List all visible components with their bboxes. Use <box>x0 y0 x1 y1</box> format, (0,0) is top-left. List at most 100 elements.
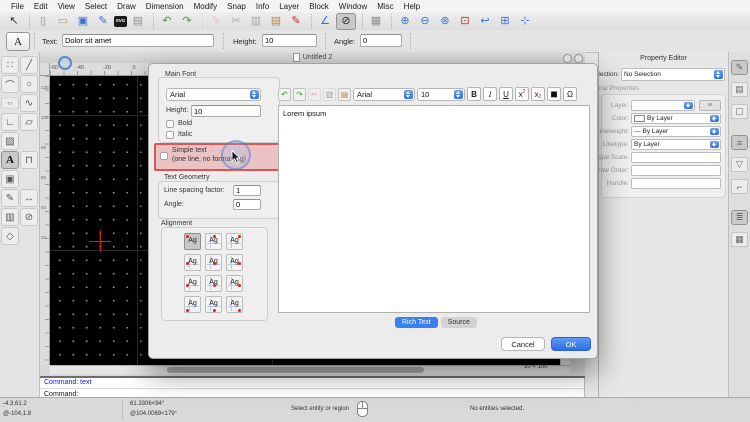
simple-text-checkbox[interactable] <box>160 152 168 160</box>
line-spacing-input[interactable] <box>233 185 261 196</box>
tab-source[interactable]: Source <box>440 317 477 328</box>
zoom-window-icon[interactable]: ⊞ <box>496 14 514 29</box>
editor-undo-icon[interactable]: ↶ <box>278 87 291 101</box>
menu-item[interactable]: Modify <box>189 2 223 11</box>
property-editor-toggle[interactable]: ✎ <box>731 60 748 75</box>
solid-icon[interactable]: ◇ <box>1 227 19 245</box>
dimension-icon[interactable]: ⊓ <box>20 151 38 169</box>
save-as-icon[interactable]: ✎ <box>94 14 112 29</box>
window-close-button[interactable] <box>574 54 583 63</box>
print-icon[interactable]: ▤ <box>129 14 147 29</box>
align-bottom-right[interactable]: Ag <box>226 296 243 313</box>
cursor-icon[interactable]: ↖ <box>5 14 23 29</box>
arc-icon[interactable]: ⌒ <box>1 75 19 93</box>
editor-paste-icon[interactable]: ▤ <box>338 87 351 101</box>
italic-button[interactable]: I <box>483 87 497 101</box>
italic-checkbox[interactable] <box>166 131 174 139</box>
special-character-button[interactable]: Ω <box>563 87 577 101</box>
stats-icon[interactable]: ∠ <box>311 13 334 29</box>
draw-order-input[interactable] <box>631 165 721 176</box>
editor-redo-icon[interactable]: ↷ <box>293 87 306 101</box>
text-color-button[interactable]: ■ <box>547 87 561 101</box>
align-baseline-center[interactable]: Ag <box>205 275 222 292</box>
align-middle-right[interactable]: Ag <box>226 254 243 271</box>
polyline-icon[interactable]: ∟ <box>1 113 19 131</box>
menu-item[interactable]: Dimension <box>141 2 189 11</box>
block-list-toggle[interactable]: ▤ <box>731 82 748 97</box>
new-file-icon[interactable]: ▯ <box>29 13 52 29</box>
menu-item[interactable]: Layer <box>274 2 304 11</box>
shape-icon[interactable]: ▱ <box>20 113 38 131</box>
editor-size-select[interactable]: 10 <box>417 87 465 101</box>
align-baseline-right[interactable]: Ag <box>226 275 243 292</box>
menu-item[interactable]: Help <box>399 2 425 11</box>
copy-icon[interactable]: ▥ <box>247 14 265 29</box>
boolean-icon[interactable]: ▥ <box>1 208 19 226</box>
subscript-button[interactable]: x 2 <box>531 87 545 101</box>
hatch-icon[interactable]: ▨ <box>1 132 19 150</box>
bold-button[interactable]: B <box>467 87 481 101</box>
open-file-icon[interactable]: ▭ <box>54 14 72 29</box>
editor-font-select[interactable]: Arial <box>353 87 415 101</box>
menu-item[interactable]: File <box>6 2 29 11</box>
window-minimize-button[interactable] <box>563 54 572 63</box>
annotate-icon[interactable]: ✎ <box>287 14 305 29</box>
snap-restriction-icon[interactable]: ⊘ <box>20 208 38 226</box>
horizontal-scrollbar[interactable] <box>50 365 570 374</box>
dimension-horizontal-icon[interactable]: ↔ <box>20 189 38 207</box>
zoom-selection-icon[interactable]: ⊡ <box>456 14 474 29</box>
menu-item[interactable]: Window <box>334 2 372 11</box>
pan-icon[interactable]: ⊹ <box>516 14 534 29</box>
text-tool-active-button[interactable]: A <box>6 32 30 51</box>
rich-text-editor[interactable]: Lorem ipsum <box>278 105 590 313</box>
menu-item[interactable]: View <box>53 2 80 11</box>
zoom-previous-icon[interactable]: ↩ <box>476 14 494 29</box>
donut-tool-icon[interactable]: ⊘ <box>336 12 356 30</box>
tab-rich-text[interactable]: Rich Text <box>395 317 438 328</box>
library-browser-toggle[interactable]: ≣ <box>731 210 748 225</box>
ok-button[interactable]: OK <box>551 337 591 351</box>
height-input[interactable] <box>262 34 317 47</box>
ellipse-icon[interactable]: ○ <box>1 97 19 109</box>
underline-button[interactable]: U <box>499 87 513 101</box>
bold-checkbox[interactable] <box>166 120 174 128</box>
undo-icon[interactable]: ↶ <box>153 13 176 29</box>
linetype-scale-input[interactable] <box>631 152 721 163</box>
view-list-toggle[interactable]: ▢ <box>731 104 748 119</box>
redo-icon[interactable]: ↷ <box>178 14 196 29</box>
editor-cut-icon[interactable]: ✂ <box>308 87 321 101</box>
align-top-right[interactable]: Ag <box>226 233 243 250</box>
scrollbar-thumb[interactable] <box>167 367 424 373</box>
svg-export-icon[interactable]: SVG <box>114 15 127 27</box>
modify-icon[interactable]: ✎ <box>1 189 19 207</box>
zoom-out-icon[interactable]: ⊖ <box>416 14 434 29</box>
points-icon[interactable]: ∷ <box>1 56 19 74</box>
align-top-center[interactable]: Ag <box>205 233 222 250</box>
align-top-left[interactable]: Ag <box>184 233 201 250</box>
circle-icon[interactable]: ○ <box>20 75 38 93</box>
menu-item[interactable]: Block <box>304 2 334 11</box>
align-bottom-left[interactable]: Ag <box>184 296 201 313</box>
grid-icon[interactable]: ▦ <box>362 13 385 29</box>
image-icon[interactable]: ▣ <box>1 170 19 188</box>
spline-icon[interactable]: ∿ <box>20 94 38 112</box>
line-icon[interactable]: ╱ <box>20 56 38 74</box>
paste-icon[interactable]: ▤ <box>267 14 285 29</box>
align-baseline-left[interactable]: Ag <box>184 275 201 292</box>
editor-copy-icon[interactable]: ▥ <box>323 87 336 101</box>
selection-filter-toggle[interactable]: ▽ <box>731 157 748 172</box>
cancel-button[interactable]: Cancel <box>501 337 545 351</box>
linetype-select[interactable]: By Layer <box>631 139 721 150</box>
font-family-select[interactable]: Arial <box>166 88 261 101</box>
align-middle-center[interactable]: Ag <box>205 254 222 271</box>
command-line-toggle[interactable]: ⌐ <box>731 179 748 194</box>
handle-input[interactable] <box>631 178 721 189</box>
menu-item[interactable]: Edit <box>29 2 53 11</box>
text-input[interactable] <box>62 34 214 47</box>
align-bottom-center[interactable]: Ag <box>205 296 222 313</box>
align-middle-left[interactable]: Ag <box>184 254 201 271</box>
layer-select[interactable] <box>631 100 695 111</box>
save-icon[interactable]: ▣ <box>74 14 92 29</box>
menu-item[interactable]: Draw <box>112 2 141 11</box>
angle-input[interactable] <box>360 34 402 47</box>
